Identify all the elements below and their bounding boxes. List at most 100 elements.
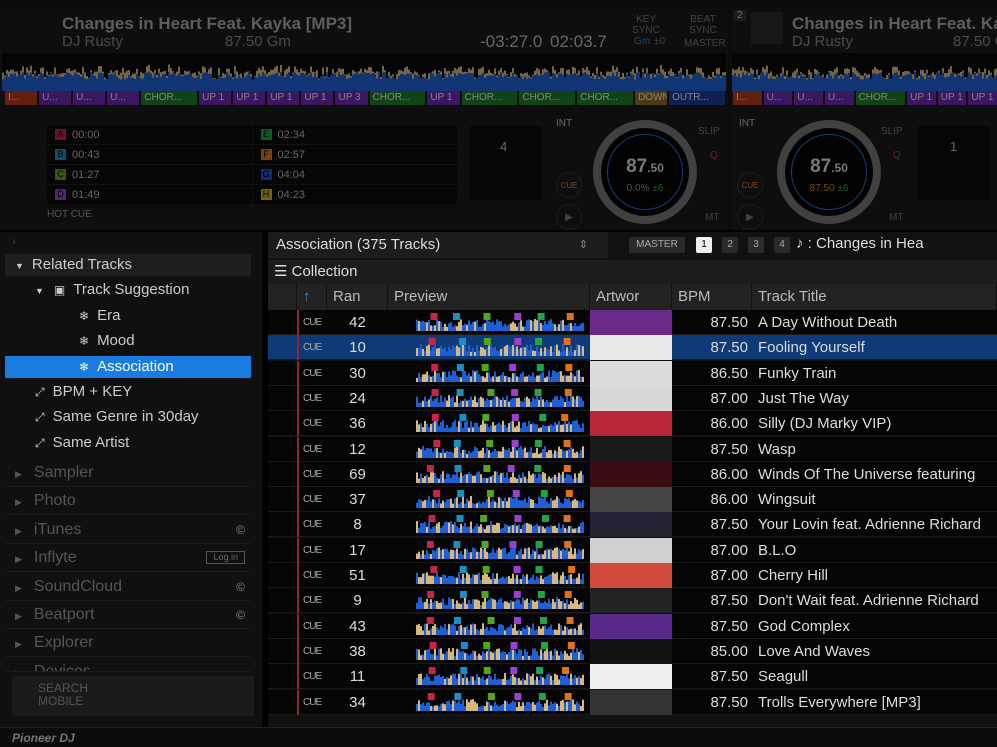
deck2-cue-button[interactable]: CUE	[737, 172, 763, 198]
deck2-int-button[interactable]: INT	[739, 118, 755, 129]
table-row[interactable]: CUE 11 87.50 Seagull	[268, 664, 997, 690]
beat-sync-button[interactable]: BEAT SYNC	[684, 14, 722, 36]
preview-bar	[474, 574, 476, 584]
slip-button[interactable]: SLIP	[698, 126, 720, 137]
sidebar-item-era[interactable]: ❄ Era	[5, 305, 251, 327]
table-row[interactable]: CUE 12 87.50 Wasp	[268, 436, 997, 462]
deck2-quantize-button[interactable]: Q	[893, 150, 901, 161]
table-row[interactable]: CUE 69 86.00 Winds Of The Universe featurin…	[268, 461, 997, 487]
column-header-rank[interactable]: Ran	[327, 284, 388, 310]
table-row[interactable]: CUE 51 87.00 Cherry Hill	[268, 563, 997, 588]
deck2-slip-button[interactable]: SLIP	[881, 126, 903, 137]
hot-cue-C[interactable]: C 01:27	[47, 165, 252, 184]
sidebar-source-soundcloud[interactable]: ▶ SoundCloud ©	[5, 573, 251, 601]
preview-waveform[interactable]	[388, 462, 590, 487]
deck2-loop-beats[interactable]: 1	[950, 139, 957, 154]
preview-waveform[interactable]	[388, 335, 590, 360]
column-header-track-title[interactable]: Track Title	[752, 284, 997, 310]
preview-waveform[interactable]	[388, 437, 590, 462]
list-selector[interactable]: Association (375 Tracks) ⇕	[268, 232, 608, 258]
sidebar-source-explorer[interactable]: ▶ Explorer	[5, 629, 251, 658]
preview-waveform[interactable]	[388, 614, 590, 639]
table-row[interactable]: CUE 8 87.50 Your Lovin feat. Adrienne Richa…	[268, 512, 997, 538]
menu-icon[interactable]: ☰	[268, 263, 287, 280]
table-row[interactable]: CUE 43 87.50 God Complex	[268, 613, 997, 639]
table-row[interactable]: CUE 9 87.50 Don't Wait feat. Adrienne Richa…	[268, 588, 997, 614]
sort-arrow-icon[interactable]: ↑	[297, 284, 327, 310]
preview-bar	[568, 448, 570, 458]
deck-select-1[interactable]: 1	[696, 237, 712, 253]
table-row[interactable]: CUE 38 85.00 Love And Waves	[268, 638, 997, 664]
preview-waveform[interactable]	[388, 664, 590, 689]
table-row[interactable]: CUE 37 86.00 Wingsuit	[268, 487, 997, 513]
preview-waveform[interactable]	[388, 411, 590, 436]
sidebar-source-itunes[interactable]: ▶ iTunes ©	[5, 516, 251, 544]
preview-waveform[interactable]	[388, 588, 590, 613]
preview-waveform[interactable]	[388, 639, 590, 664]
sidebar-source-inflyte[interactable]: ▶ Inflyte Log in	[5, 544, 251, 573]
sidebar-source-beatport[interactable]: ▶ Beatport ©	[5, 601, 251, 629]
sidebar-collapse-icon[interactable]: ›	[12, 234, 16, 248]
sidebar-item-related-tracks[interactable]: ▼ Related Tracks	[5, 254, 251, 276]
hot-cue-B[interactable]: B 00:43	[47, 145, 252, 164]
preview-waveform[interactable]	[388, 512, 590, 537]
deck2-play-button[interactable]: ▶	[737, 204, 763, 230]
table-row[interactable]: CUE 17 87.00 B.L.O	[268, 537, 997, 563]
sidebar-item-track-suggestion[interactable]: ▼ ▣ Track Suggestion	[5, 279, 251, 301]
preview-waveform[interactable]	[388, 386, 590, 411]
table-row[interactable]: CUE 10 87.50 Fooling Yourself	[268, 335, 997, 361]
hot-cue-G[interactable]: G 04:04	[252, 165, 457, 184]
sync-icon[interactable]: ©	[236, 573, 245, 601]
master-tempo-button[interactable]: MT	[705, 212, 719, 223]
table-row[interactable]: CUE 30 86.50 Funky Train	[268, 360, 997, 386]
deck1-waveform[interactable]	[2, 53, 726, 91]
sidebar-item-same-genre-in-30day[interactable]: ⤢ Same Genre in 30day	[5, 406, 251, 428]
preview-waveform[interactable]	[388, 487, 590, 512]
loop-beats[interactable]: 4	[500, 139, 507, 154]
key-sync-button[interactable]: KEY SYNC	[628, 14, 664, 36]
hot-cue-E[interactable]: E 02:34	[252, 125, 457, 144]
master-deck-button[interactable]: MASTER	[629, 237, 685, 253]
preview-waveform[interactable]	[388, 310, 590, 335]
table-row[interactable]: CUE 42 87.50 A Day Without Death	[268, 310, 997, 335]
cue-button[interactable]: CUE	[556, 172, 582, 198]
hot-cue-H[interactable]: H 04:23	[252, 185, 457, 204]
deck-select-3[interactable]: 3	[748, 237, 764, 253]
preview-waveform[interactable]	[388, 361, 590, 386]
sidebar-source-sampler[interactable]: ▶ Sampler	[5, 459, 251, 487]
expand-triangle-icon[interactable]: ▼	[35, 286, 44, 296]
sidebar-item-same-artist[interactable]: ⤢ Same Artist	[5, 432, 251, 454]
sync-icon[interactable]: ©	[236, 516, 245, 544]
deck2-jog-wheel[interactable]: 87.50 87.50 ±6	[777, 120, 881, 224]
deck1-jog-wheel[interactable]: 87.50 0.0% ±6	[593, 120, 697, 224]
preview-waveform[interactable]	[388, 563, 590, 588]
master-button[interactable]: MASTER	[684, 38, 726, 49]
preview-waveform[interactable]	[388, 538, 590, 563]
int-button[interactable]: INT	[556, 118, 572, 129]
deck2-waveform[interactable]	[732, 53, 997, 91]
sidebar-item-bpm-key[interactable]: ⤢ BPM + KEY	[5, 381, 251, 403]
column-header-artwork[interactable]: Artwor	[590, 284, 672, 310]
sidebar-source-photo[interactable]: ▶ Photo	[5, 487, 251, 516]
column-header-bpm[interactable]: BPM	[672, 284, 752, 310]
deck2-master-tempo-button[interactable]: MT	[889, 212, 903, 223]
sidebar-item-mood[interactable]: ❄ Mood	[5, 330, 251, 352]
column-header-preview[interactable]: Preview	[388, 284, 590, 310]
preview-waveform[interactable]	[388, 690, 590, 715]
table-row[interactable]: CUE 36 86.00 Silly (DJ Marky VIP)	[268, 411, 997, 437]
search-mobile-button[interactable]: SEARCH MOBILE	[12, 676, 254, 716]
table-row[interactable]: CUE 34 87.50 Trolls Everywhere [MP3]	[268, 689, 997, 715]
play-button[interactable]: ▶	[556, 204, 582, 230]
sidebar-item-association[interactable]: ❄ Association	[5, 355, 251, 378]
table-row[interactable]: CUE 24 87.00 Just The Way	[268, 385, 997, 411]
sync-icon[interactable]: ©	[236, 601, 245, 629]
hot-cue-A[interactable]: A 00:00	[47, 125, 252, 144]
quantize-button[interactable]: Q	[710, 150, 718, 161]
deck-select-2[interactable]: 2	[722, 237, 738, 253]
expand-triangle-icon: ▶	[15, 469, 22, 479]
hot-cue-F[interactable]: F 02:57	[252, 145, 457, 164]
sidebar-source-devices[interactable]: ▶Devices	[5, 658, 251, 672]
deck-select-4[interactable]: 4	[774, 237, 790, 253]
hot-cue-D[interactable]: D 01:49	[47, 185, 252, 204]
login-button[interactable]: Log in	[206, 551, 245, 565]
